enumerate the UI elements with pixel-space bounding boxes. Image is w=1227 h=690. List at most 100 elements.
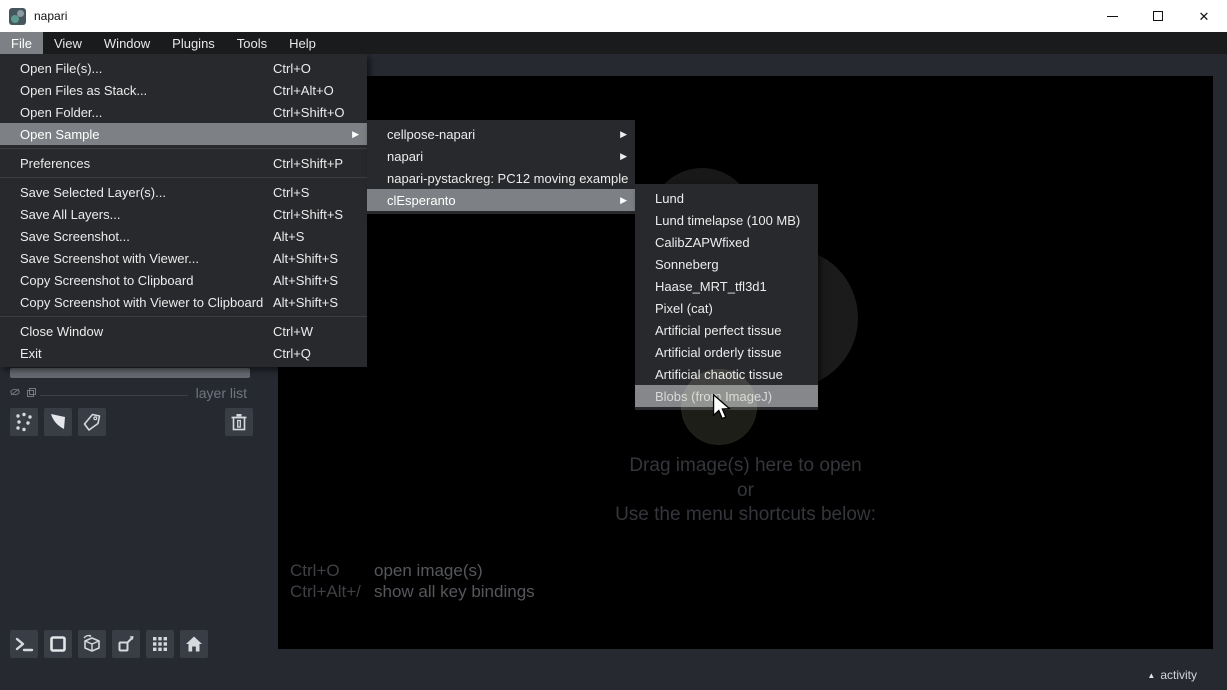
file-dropdown-menu: Open File(s)... Ctrl+O Open Files as Sta… bbox=[0, 54, 367, 367]
open-sample-submenu: cellpose-napari ▶ napari ▶ napari-pystac… bbox=[367, 120, 635, 214]
menu-item-open-files-as-stack[interactable]: Open Files as Stack... Ctrl+Alt+O bbox=[0, 79, 367, 101]
menu-plugins[interactable]: Plugins bbox=[161, 32, 226, 54]
ndisplay-toggle-button[interactable] bbox=[44, 630, 72, 658]
menu-tools[interactable]: Tools bbox=[226, 32, 278, 54]
menu-item-lund[interactable]: Lund bbox=[635, 187, 818, 209]
shortcut-label: Ctrl+W bbox=[273, 324, 359, 339]
welcome-text: Drag image(s) here to open or Use the me… bbox=[278, 454, 1213, 528]
shortcut-label: Ctrl+Shift+P bbox=[273, 156, 359, 171]
transpose-dimensions-button[interactable] bbox=[112, 630, 140, 658]
menu-item-lund-timelapse[interactable]: Lund timelapse (100 MB) bbox=[635, 209, 818, 231]
console-icon bbox=[13, 633, 35, 655]
roll-dimensions-button[interactable] bbox=[78, 630, 106, 658]
2d-square-icon bbox=[47, 633, 69, 655]
menu-item-blobs-imagej[interactable]: Blobs (from ImageJ) bbox=[635, 385, 818, 407]
menu-item-open-files[interactable]: Open File(s)... Ctrl+O bbox=[0, 57, 367, 79]
maximize-button[interactable] bbox=[1135, 0, 1181, 32]
menu-item-napari-samples[interactable]: napari ▶ bbox=[367, 145, 635, 167]
welcome-line-1: Drag image(s) here to open bbox=[278, 454, 1213, 479]
window-title: napari bbox=[34, 9, 67, 23]
grid-view-button[interactable] bbox=[146, 630, 174, 658]
menu-item-save-selected-layers[interactable]: Save Selected Layer(s)... Ctrl+S bbox=[0, 181, 367, 203]
menu-help[interactable]: Help bbox=[278, 32, 327, 54]
shapes-icon bbox=[47, 411, 69, 433]
maximize-icon bbox=[1153, 11, 1163, 21]
hint-keys: Ctrl+Alt+/ bbox=[290, 581, 374, 602]
new-points-layer-button[interactable] bbox=[10, 408, 38, 436]
home-reset-view-button[interactable] bbox=[180, 630, 208, 658]
shortcut-label: Ctrl+Shift+S bbox=[273, 207, 359, 222]
menu-item-close-window[interactable]: Close Window Ctrl+W bbox=[0, 320, 367, 342]
shortcut-label: Alt+Shift+S bbox=[273, 273, 359, 288]
menu-item-cellpose-napari[interactable]: cellpose-napari ▶ bbox=[367, 123, 635, 145]
menu-item-save-all-layers[interactable]: Save All Layers... Ctrl+Shift+S bbox=[0, 203, 367, 225]
menu-window[interactable]: Window bbox=[93, 32, 161, 54]
menu-separator bbox=[0, 177, 367, 178]
menu-item-save-screenshot-with-viewer[interactable]: Save Screenshot with Viewer... Alt+Shift… bbox=[0, 247, 367, 269]
napari-logo-icon bbox=[9, 8, 26, 25]
minimize-icon bbox=[1107, 16, 1118, 17]
menu-item-artificial-chaotic-tissue[interactable]: Artificial chaotic tissue bbox=[635, 363, 818, 385]
titlebar: napari ✕ bbox=[0, 0, 1227, 32]
keyboard-hints: Ctrl+O open image(s) Ctrl+Alt+/ show all… bbox=[290, 560, 535, 602]
menu-view[interactable]: View bbox=[43, 32, 93, 54]
cube-icon bbox=[81, 633, 103, 655]
float-panel-icon[interactable] bbox=[27, 388, 36, 397]
trash-icon bbox=[228, 411, 250, 433]
activity-toggle[interactable]: ▲ activity bbox=[1147, 668, 1197, 682]
delete-layer-button[interactable] bbox=[225, 408, 253, 436]
shortcut-label: Ctrl+Shift+O bbox=[273, 105, 359, 120]
shortcut-label: Ctrl+Q bbox=[273, 346, 359, 361]
menu-item-exit[interactable]: Exit Ctrl+Q bbox=[0, 342, 367, 364]
minimize-button[interactable] bbox=[1089, 0, 1135, 32]
clesperanto-submenu: Lund Lund timelapse (100 MB) CalibZAPWfi… bbox=[635, 184, 818, 410]
menu-item-haase-mrt[interactable]: Haase_MRT_tfl3d1 bbox=[635, 275, 818, 297]
menu-item-open-sample[interactable]: Open Sample ▶ bbox=[0, 123, 367, 145]
menu-item-sonneberg[interactable]: Sonneberg bbox=[635, 253, 818, 275]
layer-list-title: layer list bbox=[196, 385, 247, 401]
shortcut-label: Alt+S bbox=[273, 229, 359, 244]
welcome-line-3: Use the menu shortcuts below: bbox=[278, 503, 1213, 528]
hint-action: show all key bindings bbox=[374, 581, 535, 602]
shortcut-label: Alt+Shift+S bbox=[273, 251, 359, 266]
hint-row: Ctrl+Alt+/ show all key bindings bbox=[290, 581, 535, 602]
submenu-arrow-icon: ▶ bbox=[352, 129, 359, 140]
menu-item-clesperanto[interactable]: clEsperanto ▶ bbox=[367, 189, 635, 211]
submenu-arrow-icon: ▶ bbox=[620, 195, 627, 206]
hint-row: Ctrl+O open image(s) bbox=[290, 560, 535, 581]
menu-separator bbox=[0, 316, 367, 317]
opacity-slider[interactable] bbox=[10, 368, 250, 378]
new-shapes-layer-button[interactable] bbox=[44, 408, 72, 436]
window-controls: ✕ bbox=[1089, 0, 1227, 32]
menu-item-save-screenshot[interactable]: Save Screenshot... Alt+S bbox=[0, 225, 367, 247]
close-button[interactable]: ✕ bbox=[1181, 0, 1227, 32]
menu-item-napari-pystackreg[interactable]: napari-pystackreg: PC12 moving example bbox=[367, 167, 635, 189]
menu-item-preferences[interactable]: Preferences Ctrl+Shift+P bbox=[0, 152, 367, 174]
menu-item-artificial-perfect-tissue[interactable]: Artificial perfect tissue bbox=[635, 319, 818, 341]
welcome-line-2: or bbox=[278, 479, 1213, 504]
menu-item-copy-screenshot-with-viewer[interactable]: Copy Screenshot with Viewer to Clipboard… bbox=[0, 291, 367, 313]
layer-list-dock-header: layer list bbox=[0, 385, 278, 403]
labels-icon bbox=[81, 411, 103, 433]
menubar: File View Window Plugins Tools Help bbox=[0, 32, 1227, 54]
dock-divider bbox=[40, 395, 188, 396]
new-labels-layer-button[interactable] bbox=[78, 408, 106, 436]
shortcut-label: Ctrl+Alt+O bbox=[273, 83, 359, 98]
home-icon bbox=[183, 633, 205, 655]
submenu-arrow-icon: ▶ bbox=[620, 129, 627, 140]
submenu-arrow-icon: ▶ bbox=[620, 151, 627, 162]
activity-label: activity bbox=[1160, 668, 1197, 682]
menu-file[interactable]: File bbox=[0, 32, 43, 54]
menu-item-open-folder[interactable]: Open Folder... Ctrl+Shift+O bbox=[0, 101, 367, 123]
close-icon: ✕ bbox=[1199, 10, 1210, 23]
napari-window: napari ✕ File View Window Plugins Tools … bbox=[0, 0, 1227, 690]
menu-item-pixel-cat[interactable]: Pixel (cat) bbox=[635, 297, 818, 319]
menu-item-calibzapwfixed[interactable]: CalibZAPWfixed bbox=[635, 231, 818, 253]
menu-item-copy-screenshot[interactable]: Copy Screenshot to Clipboard Alt+Shift+S bbox=[0, 269, 367, 291]
console-button[interactable] bbox=[10, 630, 38, 658]
shortcut-label: Ctrl+O bbox=[273, 61, 359, 76]
menu-separator bbox=[0, 148, 367, 149]
shortcut-label: Ctrl+S bbox=[273, 185, 359, 200]
hide-panel-icon[interactable] bbox=[10, 388, 20, 396]
menu-item-artificial-orderly-tissue[interactable]: Artificial orderly tissue bbox=[635, 341, 818, 363]
